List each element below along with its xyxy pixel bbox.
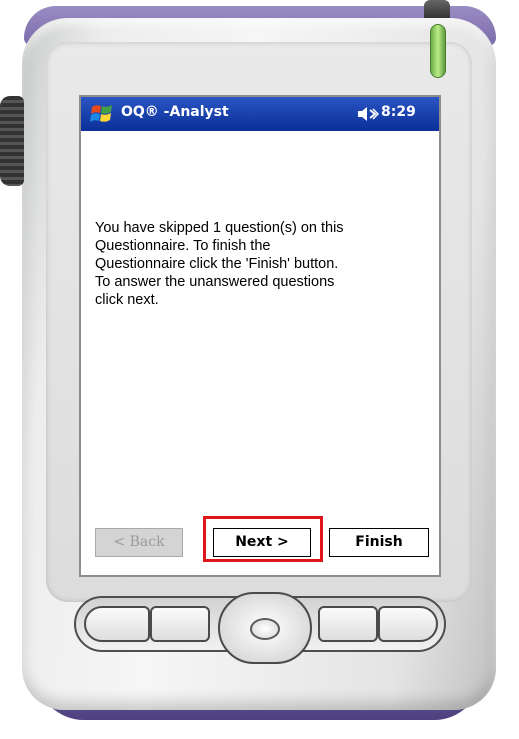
hardware-button-4[interactable] (378, 606, 438, 642)
app-title: OQ® -Analyst (121, 104, 229, 120)
pocket-pc-device: OQ® -Analyst 8:29 You have skipped 1 que… (0, 0, 519, 739)
status-led (430, 24, 446, 78)
device-screen: OQ® -Analyst 8:29 You have skipped 1 que… (79, 95, 441, 577)
message-line: To answer the unanswered questions (95, 274, 335, 290)
back-button[interactable]: < Back (95, 528, 183, 557)
stylus-top (424, 0, 450, 18)
navigation-pad-center[interactable] (250, 618, 280, 640)
side-scroll-wheel[interactable] (0, 96, 24, 186)
windows-flag-icon[interactable] (89, 101, 115, 127)
speaker-icon[interactable] (357, 106, 379, 122)
hardware-button-3[interactable] (318, 606, 378, 642)
title-bar: OQ® -Analyst 8:29 (81, 97, 439, 131)
hardware-button-2[interactable] (150, 606, 210, 642)
next-button-highlight (203, 516, 323, 562)
message-line: Questionnaire click the 'Finish' button. (95, 256, 339, 272)
message-line: click next. (95, 292, 159, 308)
message-line: You have skipped 1 question(s) on this (95, 220, 344, 236)
finish-button[interactable]: Finish (329, 528, 429, 557)
message-line: Questionnaire. To finish the (95, 238, 271, 254)
skipped-questions-message: You have skipped 1 question(s) on this Q… (95, 219, 431, 309)
hardware-button-1[interactable] (84, 606, 150, 642)
clock[interactable]: 8:29 (381, 104, 416, 120)
